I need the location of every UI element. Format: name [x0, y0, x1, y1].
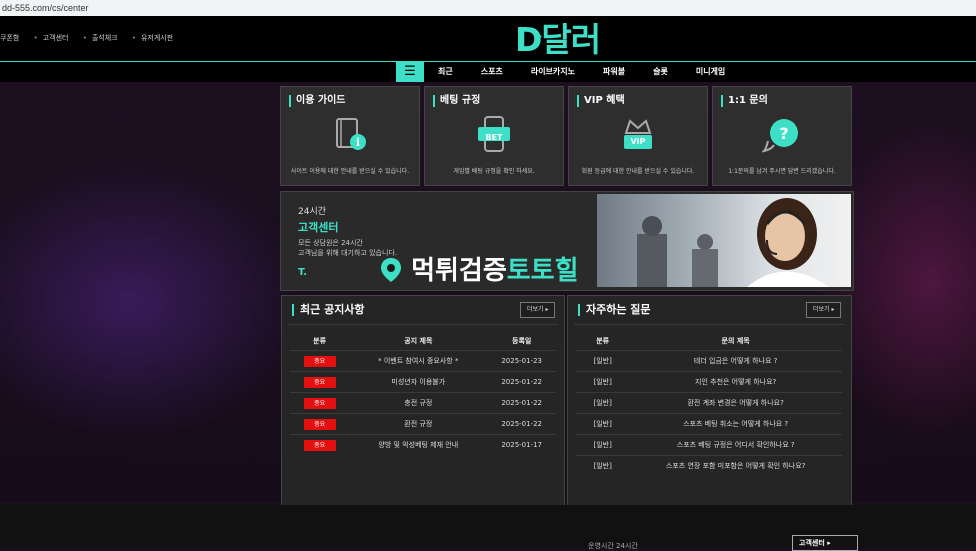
nav-slot[interactable]: 슬롯 — [639, 62, 682, 82]
nav-live-casino[interactable]: 라이브카지노 — [517, 62, 589, 82]
important-badge: 중요 — [303, 397, 336, 409]
banner-short: T. — [298, 267, 308, 278]
top-link-coupon[interactable]: 쿠폰함 — [0, 33, 19, 43]
question-bubble-icon: ? — [762, 119, 798, 153]
watermark-part1: 먹튀검증 — [411, 256, 507, 286]
watermark: 먹튀검증토토힐 — [380, 255, 579, 287]
table-row[interactable]: 중요 * 이벤트 참여시 중요사항 * 2025-01-23 — [290, 350, 556, 372]
card-title: 이용 가이드 — [289, 95, 345, 107]
svg-text:i: i — [356, 136, 360, 149]
faq-panel: 자주하는 질문 더보기 ▸ 분류 문의 제목 [일반] 테더 입금은 어떻게 하… — [567, 295, 852, 507]
guide-card-vip[interactable]: VIP 혜택 VIP 회원 등급에 대한 안내를 받으실 수 있습니다. — [568, 86, 708, 186]
footer-support-button[interactable]: 고객센터 ▸ — [792, 535, 858, 551]
nav-powerball[interactable]: 파워볼 — [589, 62, 639, 82]
support-agent-photo — [597, 194, 851, 287]
table-row[interactable]: 중요 충전 규정 2025-01-22 — [290, 392, 556, 414]
footer-hours: 운영시간 24시간 — [588, 542, 638, 550]
watermark-part2: 토토힐 — [506, 256, 579, 286]
notice-title: 최근 공지사항 — [292, 304, 365, 316]
site-footer: 운영시간 24시간 고객센터 ▸ — [0, 505, 976, 551]
guide-card-usage[interactable]: 이용 가이드 i 사이트 이용에 대한 안내를 받으실 수 있습니다. — [280, 86, 420, 186]
card-title: 베팅 규정 — [433, 95, 480, 107]
important-badge: 중요 — [303, 439, 336, 451]
notice-table-header: 분류 공지 제목 등록일 — [313, 337, 532, 345]
faq-table: 분류 문의 제목 [일반] 테더 입금은 어떻게 하나요 ? [일반] 지인 추… — [576, 332, 842, 476]
card-desc: 사이트 이용에 대한 안내를 받으실 수 있습니다. — [290, 168, 410, 175]
table-row[interactable]: [일반] 스포츠 베팅 규정은 어디서 확인하나요 ? — [576, 434, 842, 456]
table-row[interactable]: [일반] 스포츠 베팅 취소는 어떻게 하나요 ? — [576, 413, 842, 435]
faq-more-button[interactable]: 더보기 ▸ — [806, 302, 842, 318]
card-desc: 게임별 베팅 규정을 확인 하세요. — [453, 168, 535, 175]
main-nav: ☰ 최근 스포츠 라이브카지노 파워볼 슬롯 미니게임 — [0, 61, 976, 83]
vip-badge: VIP — [630, 137, 646, 146]
banner-24h: 24시간 — [298, 207, 327, 217]
notice-table: 분류 공지 제목 등록일 중요 * 이벤트 참여시 중요사항 * 2025-01… — [290, 332, 556, 455]
notice-more-button[interactable]: 더보기 ▸ — [520, 302, 556, 318]
top-link-attendance[interactable]: 출석체크 — [83, 33, 118, 43]
bet-badge: BET — [485, 133, 503, 142]
notice-panel: 최근 공지사항 더보기 ▸ 분류 공지 제목 등록일 중요 * 이벤트 참여시 … — [281, 295, 565, 507]
table-row[interactable]: [일반] 지인 추천은 어떻게 하나요? — [576, 371, 842, 393]
card-title: 1:1 문의 — [721, 95, 768, 107]
important-badge: 중요 — [303, 376, 336, 388]
nav-minigame[interactable]: 미니게임 — [682, 62, 739, 82]
table-row[interactable]: [일반] 환전 계좌 변경은 어떻게 하나요? — [576, 392, 842, 414]
table-row[interactable]: [일반] 스포츠 연장 포함 미포함은 어떻게 확인 하나요? — [576, 455, 842, 476]
svg-text:?: ? — [779, 124, 788, 143]
card-desc: 1:1문의를 남겨 주시면 답변 드리겠습니다. — [728, 168, 836, 175]
site-header: 쿠폰함 고객센터 출석체크 유저게시판 ✦ D달러 — [0, 16, 976, 62]
banner-title: 고객센터 — [298, 221, 339, 234]
faq-table-header: 분류 문의 제목 — [596, 337, 750, 345]
url-text: dd-555.com/cs/center — [2, 3, 89, 13]
table-row[interactable]: 중요 환전 규정 2025-01-22 — [290, 413, 556, 435]
faq-title: 자주하는 질문 — [578, 304, 651, 316]
top-link-support[interactable]: 고객센터 — [34, 33, 69, 43]
important-badge: 중요 — [303, 418, 336, 430]
map-pin-icon — [381, 258, 401, 282]
nav-sports[interactable]: 스포츠 — [467, 62, 517, 82]
browser-url-bar[interactable]: dd-555.com/cs/center — [0, 0, 976, 17]
top-link-board[interactable]: 유저게시판 — [132, 33, 173, 43]
logo-text: D달러 — [515, 20, 601, 59]
nav-recent[interactable]: 최근 — [424, 62, 467, 82]
important-badge: 중요 — [303, 355, 336, 367]
book-info-icon: i — [336, 118, 366, 150]
table-row[interactable]: [일반] 테더 입금은 어떻게 하나요 ? — [576, 350, 842, 372]
top-links: 쿠폰함 고객센터 출석체크 유저게시판 — [0, 33, 185, 43]
table-row[interactable]: 중요 미성년자 이용불가 2025-01-22 — [290, 371, 556, 393]
table-row[interactable]: 중요 양방 및 악성베팅 제재 안내 2025-01-17 — [290, 434, 556, 455]
card-title: VIP 혜택 — [577, 95, 625, 107]
guide-card-inquiry[interactable]: 1:1 문의 ? 1:1문의를 남겨 주시면 답변 드리겠습니다. — [712, 86, 852, 186]
guide-card-betting-rules[interactable]: 베팅 규정 BET 게임별 베팅 규정을 확인 하세요. — [424, 86, 564, 186]
crown-vip-icon — [624, 119, 652, 149]
site-logo[interactable]: ✦ D달러 — [515, 20, 625, 60]
card-desc: 회원 등급에 대한 안내를 받으실 수 있습니다. — [581, 168, 695, 175]
hamburger-icon[interactable]: ☰ — [396, 62, 424, 82]
logo-spark-icon: ✦ — [535, 32, 543, 43]
